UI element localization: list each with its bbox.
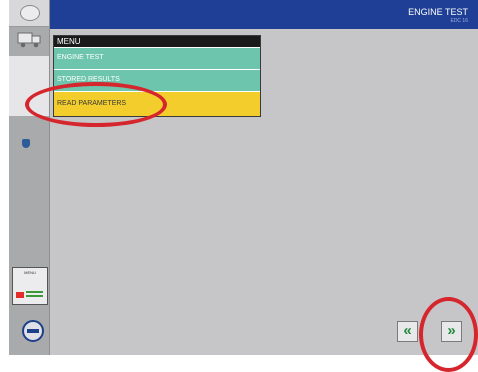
truck-icon[interactable] — [17, 31, 42, 48]
status-red-indicator — [16, 292, 24, 298]
mini-panel-label: MENU — [24, 270, 36, 275]
header-bar: ENGINE TEST EDC 16 — [50, 0, 478, 29]
status-green-bar — [26, 295, 43, 297]
home-button[interactable] — [20, 5, 40, 21]
highlight-circle-read-parameters — [25, 82, 167, 127]
page-title: ENGINE TEST — [408, 7, 468, 17]
back-button[interactable]: « — [397, 321, 418, 342]
menu-item-engine-test[interactable]: ENGINE TEST — [54, 47, 260, 69]
status-green-bar — [26, 291, 43, 293]
highlight-circle-forward — [419, 297, 478, 372]
mini-status-panel[interactable]: MENU — [12, 267, 48, 305]
sidebar: MENU — [9, 0, 50, 355]
page-subtitle: EDC 16 — [450, 18, 468, 24]
shield-icon — [22, 139, 30, 148]
connection-status-icon[interactable] — [22, 320, 44, 342]
menu-title: MENU — [54, 36, 260, 47]
sidebar-top — [9, 0, 49, 27]
